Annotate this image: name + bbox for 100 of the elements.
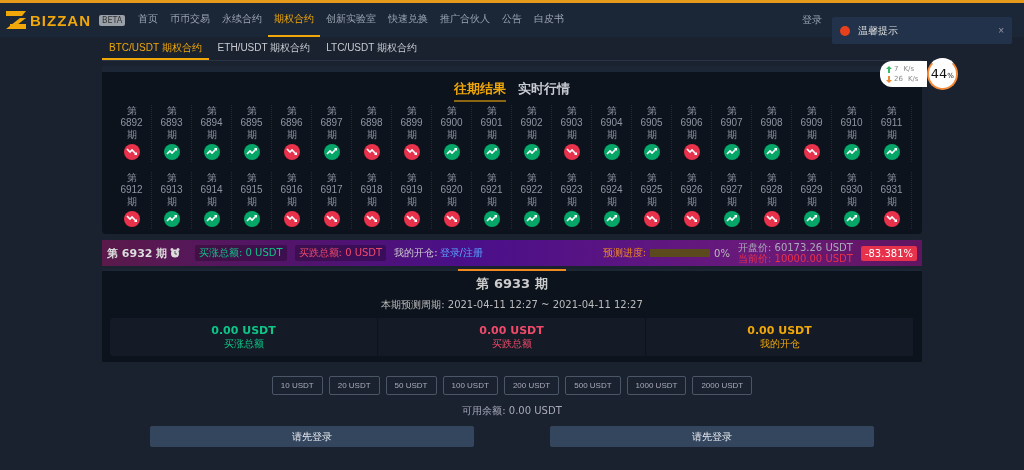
amount-button[interactable]: 100 USDT <box>442 376 498 395</box>
beta-badge: BETA <box>99 14 126 26</box>
period-number: 6921 <box>480 184 503 196</box>
period-prefix: 第 <box>246 105 257 117</box>
trend-down-icon <box>883 211 900 227</box>
period-suffix: 期 <box>366 129 377 141</box>
period-suffix: 期 <box>806 196 817 208</box>
period-number: 6904 <box>600 117 623 129</box>
login-button[interactable]: 请先登录 <box>150 426 474 447</box>
prediction-cycle: 本期预测周期: 2021-04-11 12:27 ~ 2021-04-11 12:27 <box>381 298 643 312</box>
buy-down-total: 买跌总额: 0 USDT <box>294 245 387 261</box>
market-tab[interactable]: ETH/USDT 期权合约 <box>210 37 318 60</box>
period-number: 6912 <box>120 184 143 196</box>
close-button[interactable]: × <box>998 25 1004 36</box>
period-number: 6917 <box>320 184 343 196</box>
period-number: 6930 <box>840 184 863 196</box>
nav-link[interactable]: 永续合约 <box>216 3 268 37</box>
alarm-clock-icon <box>170 248 181 258</box>
period-number: 6918 <box>360 184 383 196</box>
amount-button[interactable]: 1000 USDT <box>626 376 687 395</box>
stat-value: 0.00 USDT <box>479 323 544 337</box>
view-tab[interactable]: 实时行情 <box>518 80 570 102</box>
nav-link[interactable]: 推广合伙人 <box>434 3 496 37</box>
period-suffix: 期 <box>806 129 817 141</box>
amount-button[interactable]: 20 USDT <box>328 376 380 395</box>
period-prefix: 第 <box>766 172 777 184</box>
period-prefix: 第 <box>806 105 817 117</box>
trend-down-icon <box>363 144 380 160</box>
login-link[interactable]: 登录 <box>802 13 822 27</box>
period-prefix: 第 <box>126 105 137 117</box>
buy-up-total: 买涨总额: 0 USDT <box>195 245 287 261</box>
progress-label: 预测进度: <box>602 246 647 260</box>
period-prefix: 第 <box>846 105 857 117</box>
period-number: 6903 <box>560 117 583 129</box>
period-prefix: 第 <box>446 172 457 184</box>
trend-up-icon <box>483 144 500 160</box>
period-number: 6905 <box>640 117 663 129</box>
period-suffix: 期 <box>126 129 137 141</box>
period-suffix: 期 <box>406 196 417 208</box>
trend-up-icon <box>843 211 860 227</box>
period-number: 6911 <box>880 117 903 129</box>
amount-button[interactable]: 200 USDT <box>503 376 560 395</box>
period-prefix: 第 <box>206 172 217 184</box>
period-number: 6900 <box>440 117 463 129</box>
period-suffix: 期 <box>326 129 337 141</box>
period-suffix: 期 <box>726 129 737 141</box>
trend-up-icon <box>163 144 180 160</box>
period-number: 6908 <box>760 117 783 129</box>
period-suffix: 期 <box>286 129 297 141</box>
period-number: 6907 <box>720 117 743 129</box>
open-price: 开盘价: 60173.26 USDT <box>737 242 853 253</box>
my-position-label: 我的开仓: <box>394 246 438 260</box>
period-suffix: 期 <box>486 196 497 208</box>
amount-button[interactable]: 2000 USDT <box>692 376 753 395</box>
period-prefix: 第 <box>886 105 897 117</box>
trend-up-icon <box>603 211 620 227</box>
period-number: 6895 <box>240 117 263 129</box>
period-prefix: 第 <box>846 172 857 184</box>
trend-down-icon <box>443 211 460 227</box>
trend-up-icon <box>763 144 780 160</box>
nav-link[interactable]: 快速兑换 <box>382 3 434 37</box>
period-suffix: 期 <box>646 196 657 208</box>
login-button[interactable]: 请先登录 <box>550 426 874 447</box>
amount-button[interactable]: 500 USDT <box>565 376 621 395</box>
trend-up-icon <box>563 211 580 227</box>
period-prefix: 第 <box>326 105 337 117</box>
period-number: 6913 <box>160 184 183 196</box>
period-suffix: 期 <box>246 196 257 208</box>
period-prefix: 第 <box>206 105 217 117</box>
market-tab[interactable]: LTC/USDT 期权合约 <box>319 37 424 60</box>
period-suffix: 期 <box>566 196 577 208</box>
period-prefix: 第 <box>526 172 537 184</box>
period-prefix: 第 <box>566 105 577 117</box>
period-suffix: 期 <box>526 129 537 141</box>
login-register-link[interactable]: 登录/注册 <box>439 246 483 260</box>
nav-link[interactable]: 首页 <box>132 3 164 37</box>
period-prefix: 第 <box>886 172 897 184</box>
trend-down-icon <box>283 144 300 160</box>
period-number: 6924 <box>600 184 623 196</box>
period-number: 6929 <box>800 184 823 196</box>
amount-button[interactable]: 10 USDT <box>271 376 323 395</box>
amount-button[interactable]: 50 USDT <box>385 376 437 395</box>
period-prefix: 第 <box>806 172 817 184</box>
nav-link[interactable]: 期权合约 <box>268 3 320 37</box>
period-suffix: 期 <box>446 129 457 141</box>
market-tab[interactable]: BTC/USDT 期权合约 <box>102 37 209 60</box>
period-suffix: 期 <box>846 196 857 208</box>
nav-link[interactable]: 白皮书 <box>528 3 570 37</box>
period-number: 6892 <box>120 117 143 129</box>
error-icon <box>840 25 850 36</box>
period-prefix: 第 <box>406 105 417 117</box>
nav-link[interactable]: 创新实验室 <box>320 3 382 37</box>
stat-value: 0.00 USDT <box>747 323 812 337</box>
trend-up-icon <box>803 211 820 227</box>
view-tab[interactable]: 往期结果 <box>454 80 506 102</box>
trend-down-icon <box>643 211 660 227</box>
period-number: 6927 <box>720 184 743 196</box>
trend-up-icon <box>603 144 620 160</box>
nav-link[interactable]: 公告 <box>496 3 528 37</box>
nav-link[interactable]: 币币交易 <box>164 3 216 37</box>
